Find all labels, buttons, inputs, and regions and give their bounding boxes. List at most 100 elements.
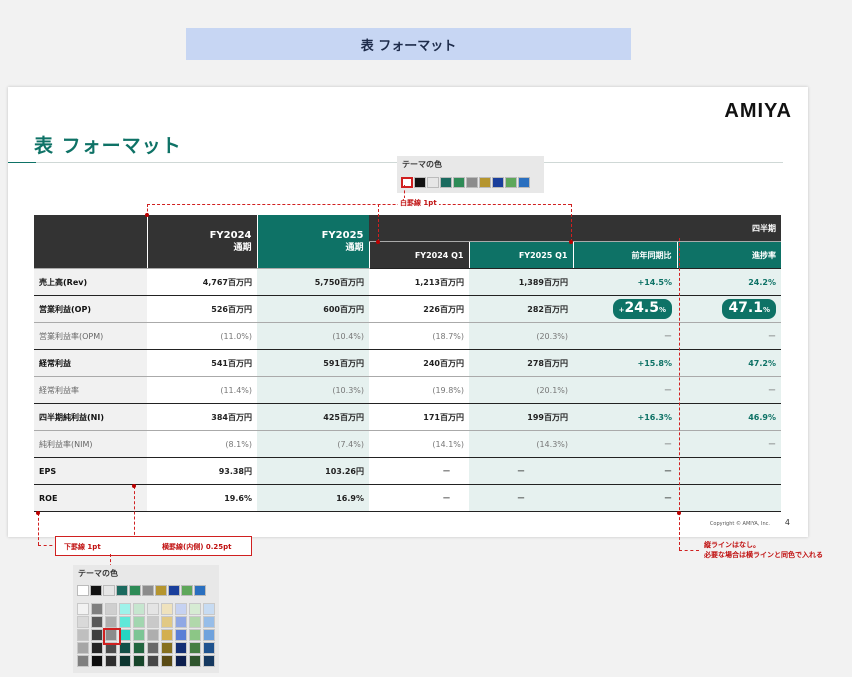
cell-fy2025: 600百万円 — [257, 295, 369, 323]
color-shade-swatch[interactable] — [91, 629, 103, 641]
cell-fy2025: 425百万円 — [257, 403, 369, 431]
color-shade-swatch[interactable] — [147, 616, 159, 628]
color-shade-swatch[interactable] — [161, 616, 173, 628]
cell-fy2025: 103.26円 — [257, 457, 369, 485]
financial-table: FY2024 通期 FY2025 通期 四半期 FY2024 Q1 FY2025… — [34, 215, 781, 512]
row-label: 純利益率(NIM) — [34, 430, 147, 458]
color-shade-swatch[interactable] — [119, 616, 131, 628]
annotation-dot — [376, 240, 380, 244]
color-shade-swatch[interactable] — [91, 642, 103, 654]
section-banner: 表 フォーマット — [186, 28, 631, 60]
color-swatch[interactable] — [466, 177, 478, 188]
color-swatch[interactable] — [168, 585, 180, 596]
color-shade-swatch[interactable] — [189, 616, 201, 628]
color-shade-swatch[interactable] — [203, 616, 215, 628]
color-shade-swatch[interactable] — [175, 655, 187, 667]
color-swatch[interactable] — [518, 177, 530, 188]
color-shade-swatch[interactable] — [203, 642, 215, 654]
annotation-dot — [132, 484, 136, 488]
color-shade-swatch[interactable] — [133, 642, 145, 654]
cell-q2024: ー — [369, 484, 469, 512]
cell-yoy: +24.5% — [573, 295, 677, 323]
color-swatch[interactable] — [414, 177, 426, 188]
annotation-dot — [569, 240, 573, 244]
color-shade-swatch[interactable] — [77, 642, 89, 654]
color-shade-swatch[interactable] — [147, 629, 159, 641]
cell-progress: 47.2% — [677, 349, 781, 377]
color-shade-swatch[interactable] — [203, 603, 215, 615]
color-swatch[interactable] — [194, 585, 206, 596]
color-swatch[interactable] — [401, 177, 413, 188]
color-shade-swatch[interactable] — [147, 655, 159, 667]
cell-yoy: ー — [573, 376, 677, 404]
pill-unit: % — [658, 306, 666, 314]
color-shade-swatch[interactable] — [105, 603, 117, 615]
color-swatch[interactable] — [129, 585, 141, 596]
color-swatch[interactable] — [116, 585, 128, 596]
cell-fy2024: (8.1%) — [147, 430, 257, 458]
color-swatch[interactable] — [181, 585, 193, 596]
color-shade-swatch[interactable] — [133, 629, 145, 641]
cell-q2025: 278百万円 — [469, 349, 573, 377]
color-shade-swatch[interactable] — [189, 655, 201, 667]
row-label: EPS — [34, 457, 147, 485]
color-shade-swatch[interactable] — [189, 642, 201, 654]
color-shade-swatch[interactable] — [203, 629, 215, 641]
color-shade-swatch[interactable] — [203, 655, 215, 667]
table-row: 経常利益 541百万円 591百万円 240百万円 278百万円 +15.8% … — [34, 349, 781, 377]
color-shade-swatch[interactable] — [175, 642, 187, 654]
header-fy2025-sub: 通期 — [345, 242, 364, 253]
color-swatch[interactable] — [479, 177, 491, 188]
color-shade-swatch[interactable] — [161, 642, 173, 654]
color-swatch[interactable] — [440, 177, 452, 188]
color-shade-swatch[interactable] — [91, 655, 103, 667]
cell-fy2025: (10.3%) — [257, 376, 369, 404]
color-shade-swatch[interactable] — [161, 629, 173, 641]
color-shade-swatch[interactable] — [175, 616, 187, 628]
cell-q2024: 1,213百万円 — [369, 268, 469, 296]
header-fy2025: FY2025 通期 — [256, 215, 369, 269]
color-shade-swatch[interactable] — [161, 655, 173, 667]
color-shade-swatch[interactable] — [91, 616, 103, 628]
color-swatch[interactable] — [427, 177, 439, 188]
color-swatch[interactable] — [90, 585, 102, 596]
color-swatch[interactable] — [492, 177, 504, 188]
color-swatch[interactable] — [155, 585, 167, 596]
color-swatch[interactable] — [103, 585, 115, 596]
color-shade-swatch[interactable] — [133, 603, 145, 615]
color-shade-swatch[interactable] — [147, 603, 159, 615]
cell-fy2024: 526百万円 — [147, 295, 257, 323]
color-shade-swatch[interactable] — [91, 603, 103, 615]
color-shade-swatch[interactable] — [189, 603, 201, 615]
row-label: 営業利益(OP) — [34, 295, 147, 323]
cell-progress: ー — [677, 430, 781, 458]
color-swatch[interactable] — [77, 585, 89, 596]
color-shade-swatch[interactable] — [77, 603, 89, 615]
color-shade-swatch[interactable] — [77, 629, 89, 641]
header-fy2024: FY2024 通期 — [146, 215, 257, 269]
color-shade-swatch[interactable] — [77, 655, 89, 667]
cell-progress: 47.1% — [677, 295, 781, 323]
color-shade-swatch[interactable] — [175, 629, 187, 641]
color-shade-swatch[interactable] — [161, 603, 173, 615]
color-shade-swatch[interactable] — [119, 655, 131, 667]
color-shade-swatch[interactable] — [105, 655, 117, 667]
color-shade-swatch[interactable] — [105, 616, 117, 628]
color-shade-swatch[interactable] — [77, 616, 89, 628]
color-shade-swatch[interactable] — [133, 655, 145, 667]
cell-q2025: 282百万円 — [469, 295, 573, 323]
color-shade-swatch[interactable] — [175, 603, 187, 615]
color-swatch[interactable] — [453, 177, 465, 188]
yoy-highlight-pill: +24.5% — [612, 299, 672, 319]
color-shade-swatch[interactable] — [119, 603, 131, 615]
cell-progress: 46.9% — [677, 403, 781, 431]
color-shade-swatch[interactable] — [189, 629, 201, 641]
color-shade-swatch[interactable] — [133, 616, 145, 628]
header-quarter: 四半期 — [369, 215, 781, 242]
banner-title: 表 フォーマット — [360, 38, 457, 54]
color-shade-swatch[interactable] — [147, 642, 159, 654]
cell-progress: ー — [677, 322, 781, 350]
color-swatch[interactable] — [142, 585, 154, 596]
annotation-inner-rule: 横罫線(内側) 0.25pt — [162, 543, 232, 551]
color-swatch[interactable] — [505, 177, 517, 188]
